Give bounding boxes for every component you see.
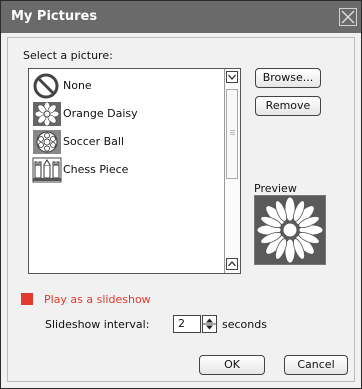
list-item-label: Chess Piece [63, 163, 129, 176]
select-picture-label: Select a picture: [23, 49, 113, 62]
picture-list[interactable]: None Orange Daisy Soccer Ball Chess Piec… [28, 68, 241, 274]
list-item-label: None [63, 79, 92, 92]
remove-button[interactable]: Remove [255, 96, 321, 116]
interval-stepper[interactable] [202, 315, 217, 333]
slideshow-checkbox-label: Play as a slideshow [44, 293, 151, 306]
list-item-label: Orange Daisy [63, 107, 138, 120]
chess-piece-icon [32, 157, 62, 183]
browse-button[interactable]: Browse... [255, 68, 321, 88]
daisy-icon [32, 101, 62, 127]
close-icon [341, 10, 355, 24]
interval-unit: seconds [222, 318, 267, 331]
chevron-up-icon [228, 261, 236, 267]
dialog-window: My Pictures Select a picture: None Orang… [0, 0, 362, 389]
list-scrollbar[interactable] [224, 69, 240, 273]
ok-button[interactable]: OK [199, 355, 265, 375]
scroll-down-button[interactable] [226, 71, 238, 83]
list-item-label: Soccer Ball [63, 135, 124, 148]
interval-label: Slideshow interval: [45, 318, 150, 331]
title-bar: My Pictures [1, 1, 361, 33]
cancel-button[interactable]: Cancel [284, 355, 348, 375]
stepper-arrows-icon [203, 318, 216, 330]
preview-label: Preview [254, 182, 297, 195]
chevron-down-icon [228, 74, 236, 80]
none-icon [32, 73, 62, 99]
scroll-thumb[interactable] [226, 89, 238, 179]
preview-image [254, 195, 326, 265]
scroll-up-button[interactable] [226, 258, 238, 270]
dialog-title: My Pictures [11, 9, 98, 24]
soccer-ball-icon [32, 129, 62, 155]
close-button[interactable] [339, 8, 357, 26]
slideshow-checkbox[interactable] [21, 293, 33, 305]
interval-input[interactable]: 2 [173, 315, 201, 333]
